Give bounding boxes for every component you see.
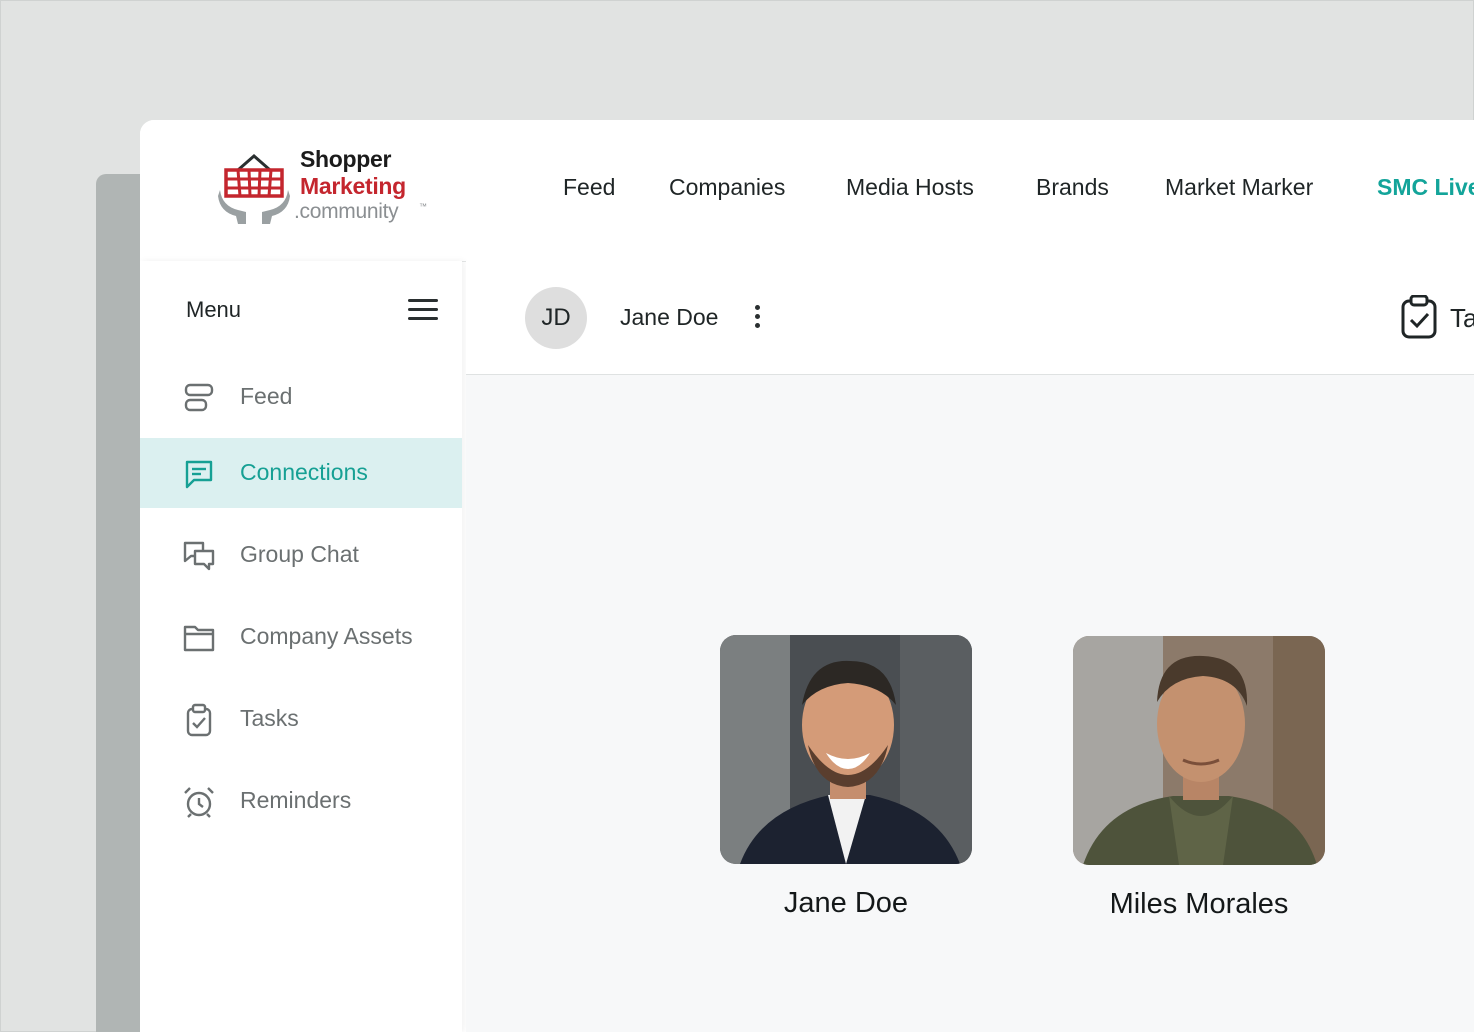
- nav-item-brands[interactable]: Brands: [1036, 174, 1109, 201]
- tasks-button-label: Ta: [1450, 303, 1474, 333]
- hamburger-menu-icon[interactable]: [408, 299, 438, 323]
- main-content: JD Jane Doe Ta Jane Doe Miles Morales: [466, 261, 1474, 1032]
- profile-photo[interactable]: [720, 635, 972, 864]
- conversation-name: Jane Doe: [620, 304, 719, 330]
- nav-item-companies[interactable]: Companies: [669, 174, 785, 201]
- connection-name: Jane Doe: [783, 887, 909, 919]
- nav-item-media-hosts[interactable]: Media Hosts: [846, 174, 974, 201]
- clipboard-check-icon: [186, 703, 212, 737]
- sidebar-item-group-chat[interactable]: Group Chat: [140, 520, 462, 590]
- sidebar-item-feed[interactable]: Feed: [140, 362, 462, 432]
- sidebar-item-label: Tasks: [240, 705, 299, 731]
- sidebar-item-company-assets[interactable]: Company Assets: [140, 602, 462, 672]
- top-bar: Shopper Marketing .community ™ Feed Comp…: [140, 120, 1474, 262]
- sidebar-item-label: Connections: [240, 459, 368, 485]
- nav-item-smc-live[interactable]: SMC Live: [1377, 174, 1474, 201]
- feed-icon: [184, 383, 214, 412]
- sidebar-item-label: Feed: [240, 383, 293, 409]
- sidebar-item-label: Reminders: [240, 787, 352, 813]
- sidebar-item-reminders[interactable]: Reminders: [140, 766, 462, 836]
- app-window: Shopper Marketing .community ™ Feed Comp…: [140, 120, 1474, 1032]
- sidebar-item-label: Company Assets: [240, 623, 413, 649]
- message-icon: [185, 460, 213, 489]
- clipboard-check-icon: [1401, 295, 1437, 339]
- nav-item-feed[interactable]: Feed: [563, 174, 615, 201]
- group-chat-icon: [183, 541, 215, 571]
- avatar[interactable]: JD: [525, 287, 587, 349]
- connection-name: Miles Morales: [1109, 888, 1289, 920]
- profile-photo[interactable]: [1073, 636, 1325, 865]
- more-options-icon[interactable]: [752, 305, 762, 333]
- sidebar-item-label: Group Chat: [240, 541, 359, 567]
- tasks-button[interactable]: Ta: [1400, 295, 1474, 341]
- alarm-clock-icon: [184, 787, 214, 818]
- sidebar-item-tasks[interactable]: Tasks: [140, 684, 462, 754]
- sidebar-title: Menu: [186, 297, 242, 322]
- nav-item-market-marker[interactable]: Market Marker: [1165, 174, 1313, 201]
- conversation-header: JD Jane Doe Ta: [466, 261, 1474, 375]
- sidebar: Menu Feed Connections Group Chat Company…: [140, 261, 462, 1032]
- folder-icon: [183, 625, 215, 652]
- sidebar-item-connections[interactable]: Connections: [140, 438, 462, 508]
- main-nav: Feed Companies Media Hosts Brands Market…: [140, 120, 1474, 261]
